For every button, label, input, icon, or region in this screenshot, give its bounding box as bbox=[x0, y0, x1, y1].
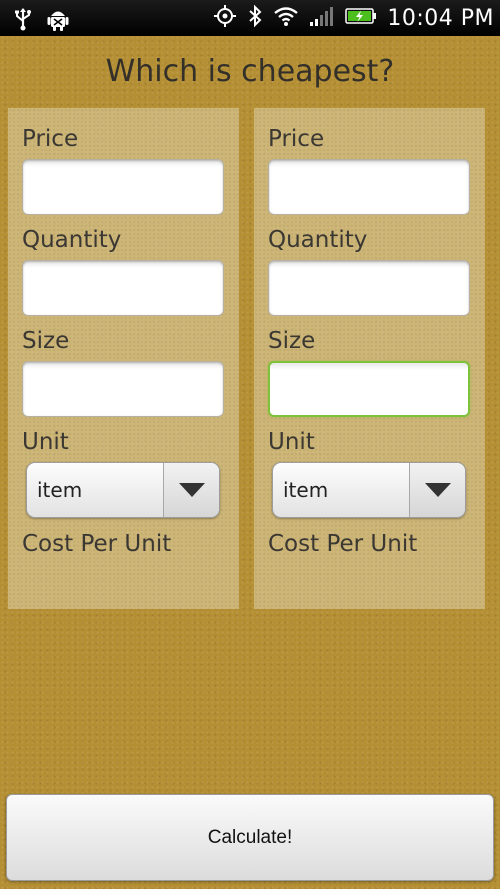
left-price-input[interactable] bbox=[22, 159, 224, 215]
calculate-button[interactable]: Calculate! bbox=[6, 794, 494, 881]
status-bar: 10:04 PM bbox=[0, 0, 500, 36]
size-label: Size bbox=[22, 328, 70, 354]
battery-charging-icon bbox=[345, 7, 377, 29]
bluetooth-icon bbox=[247, 4, 263, 32]
left-quantity-input[interactable] bbox=[22, 260, 224, 316]
chevron-down-icon[interactable] bbox=[163, 463, 219, 517]
cost-per-unit-label: Cost Per Unit bbox=[22, 531, 172, 557]
left-unit-value: item bbox=[37, 478, 83, 502]
left-item-panel: Price Quantity Size Unit item Cost Per U… bbox=[8, 108, 239, 609]
left-unit-spinner[interactable]: item bbox=[26, 462, 220, 518]
android-debug-icon bbox=[46, 6, 70, 36]
size-label: Size bbox=[268, 328, 316, 354]
right-price-input[interactable] bbox=[268, 159, 470, 215]
chevron-down-icon[interactable] bbox=[409, 463, 465, 517]
cost-per-unit-label: Cost Per Unit bbox=[268, 531, 418, 557]
wifi-icon bbox=[273, 5, 299, 31]
page-title: Which is cheapest? bbox=[105, 54, 395, 89]
price-label: Price bbox=[22, 126, 79, 152]
quantity-label: Quantity bbox=[22, 227, 122, 253]
usb-icon bbox=[12, 7, 34, 35]
right-quantity-input[interactable] bbox=[268, 260, 470, 316]
right-unit-spinner[interactable]: item bbox=[272, 462, 466, 518]
gps-icon bbox=[213, 4, 237, 32]
unit-label: Unit bbox=[268, 429, 315, 455]
unit-label: Unit bbox=[22, 429, 69, 455]
right-unit-value: item bbox=[283, 478, 329, 502]
quantity-label: Quantity bbox=[268, 227, 368, 253]
status-clock: 10:04 PM bbox=[387, 5, 494, 31]
right-size-input[interactable] bbox=[268, 361, 470, 417]
left-size-input[interactable] bbox=[22, 361, 224, 417]
right-item-panel: Price Quantity Size Unit item Cost Per U… bbox=[254, 108, 485, 609]
signal-icon bbox=[309, 5, 335, 31]
price-label: Price bbox=[268, 126, 325, 152]
